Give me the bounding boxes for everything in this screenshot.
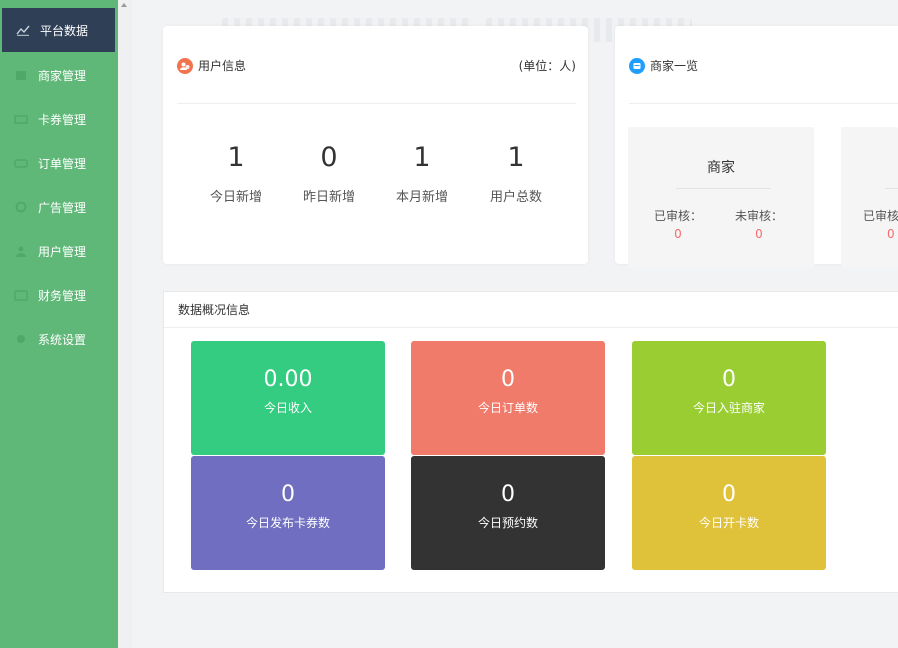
approved-value: 0 xyxy=(887,227,895,241)
overview-header: 数据概况信息 xyxy=(164,292,898,328)
sidebar-item-user[interactable]: 用户管理 xyxy=(0,229,118,273)
tile-today-orders[interactable]: 0 今日订单数 xyxy=(411,341,605,455)
tile-value: 0.00 xyxy=(263,367,313,392)
tile-label: 今日发布卡券数 xyxy=(245,516,330,530)
order-icon xyxy=(14,157,28,169)
stat-label: 用户总数 xyxy=(489,190,542,205)
tile-label: 今日收入 xyxy=(263,401,312,415)
merchant-summary-box[interactable]: 商家 已审核： 0 未审核： 0 xyxy=(628,127,814,268)
user-info-card: 用户信息 (单位：人) 1 今日新增 0 昨日新增 1 本月新增 1 用户总数 xyxy=(163,26,588,264)
stat-label: 本月新增 xyxy=(395,190,448,205)
divider xyxy=(676,188,770,189)
pending-count: 未审核： 0 xyxy=(729,207,789,241)
user-icon xyxy=(14,245,28,257)
merchant-summary-box-partial[interactable]: 已审核 0 xyxy=(841,127,898,268)
stat-value: 1 xyxy=(507,142,525,173)
card-header: 商家一览 xyxy=(629,40,898,104)
approved-value: 0 xyxy=(674,227,682,241)
stat-value: 0 xyxy=(320,142,338,173)
sidebar-item-label: 卡券管理 xyxy=(38,112,87,127)
tile-today-bookings[interactable]: 0 今日预约数 xyxy=(411,456,605,570)
divider xyxy=(885,188,898,189)
tile-label: 今日入驻商家 xyxy=(692,401,765,415)
approved-label: 已审核 xyxy=(863,209,898,223)
merchant-icon xyxy=(629,58,645,74)
sidebar-item-label: 订单管理 xyxy=(38,156,87,171)
user-info-icon xyxy=(177,58,193,74)
sidebar-item-finance[interactable]: 财务管理 xyxy=(0,273,118,317)
approved-count: 已审核： 0 xyxy=(648,207,708,241)
sidebar-item-coupon[interactable]: 卡券管理 xyxy=(0,97,118,141)
stat-user-total: 1 用户总数 xyxy=(476,144,556,205)
scroll-up-arrow-icon[interactable] xyxy=(121,3,127,7)
stat-label: 今日新增 xyxy=(209,190,262,205)
chart-line-icon xyxy=(16,24,30,36)
stat-yesterday-new: 0 昨日新增 xyxy=(289,144,369,205)
tile-today-card-openings[interactable]: 0 今日开卡数 xyxy=(632,456,826,570)
stat-month-new: 1 本月新增 xyxy=(382,144,462,205)
tile-value: 0 xyxy=(281,482,295,507)
pending-label: 未审核： xyxy=(734,209,783,223)
merchant-box-title: 商家 xyxy=(707,160,735,176)
data-overview-panel: 数据概况信息 0.00 今日收入 0 今日订单数 0 今日入驻商家 0 今日发布… xyxy=(163,291,898,593)
tile-label: 今日订单数 xyxy=(477,401,538,415)
approved-count: 已审核 0 xyxy=(863,207,898,241)
tile-today-coupons[interactable]: 0 今日发布卡券数 xyxy=(191,456,385,570)
sidebar-item-label: 系统设置 xyxy=(38,332,87,347)
tile-today-income[interactable]: 0.00 今日收入 xyxy=(191,341,385,455)
sidebar-item-order[interactable]: 订单管理 xyxy=(0,141,118,185)
stat-value: 1 xyxy=(227,142,245,173)
tile-label: 今日预约数 xyxy=(477,516,538,530)
sidebar-item-label: 用户管理 xyxy=(38,244,87,259)
tile-value: 0 xyxy=(722,367,736,392)
card-title: 商家一览 xyxy=(650,59,699,73)
sidebar-item-platform-data[interactable]: 平台数据 xyxy=(2,8,115,52)
store-icon xyxy=(14,69,28,81)
sidebar-item-label: 财务管理 xyxy=(38,288,87,303)
sidebar-item-settings[interactable]: 系统设置 xyxy=(0,317,118,361)
tile-value: 0 xyxy=(501,367,515,392)
sidebar-item-label: 广告管理 xyxy=(38,200,87,215)
merchant-overview-card: 商家一览 商家 已审核： 0 未审核： 0 已审核 0 xyxy=(615,26,898,268)
sidebar-item-ad[interactable]: 广告管理 xyxy=(0,185,118,229)
sidebar-scrollbar[interactable] xyxy=(118,0,132,648)
sidebar-item-merchant[interactable]: 商家管理 xyxy=(0,53,118,97)
ticket-icon xyxy=(14,113,28,125)
tile-today-new-merchants[interactable]: 0 今日入驻商家 xyxy=(632,341,826,455)
tile-value: 0 xyxy=(501,482,515,507)
finance-icon xyxy=(14,289,28,301)
ad-icon xyxy=(14,201,28,213)
tile-label: 今日开卡数 xyxy=(698,516,759,530)
stat-today-new: 1 今日新增 xyxy=(196,144,276,205)
pending-value: 0 xyxy=(755,227,763,241)
tile-value: 0 xyxy=(722,482,736,507)
card-header: 用户信息 (单位：人) xyxy=(177,40,576,104)
approved-label: 已审核： xyxy=(653,209,702,223)
card-unit: (单位：人) xyxy=(518,59,576,73)
stat-value: 1 xyxy=(413,142,431,173)
settings-icon xyxy=(14,333,28,345)
sidebar-item-label: 平台数据 xyxy=(40,23,89,38)
sidebar: 平台数据 商家管理 卡券管理 订单管理 广告管理 用户管理 财务管理 系统设置 xyxy=(0,0,118,648)
card-title: 用户信息 xyxy=(198,59,247,73)
sidebar-item-label: 商家管理 xyxy=(38,68,87,83)
stat-label: 昨日新增 xyxy=(302,190,355,205)
